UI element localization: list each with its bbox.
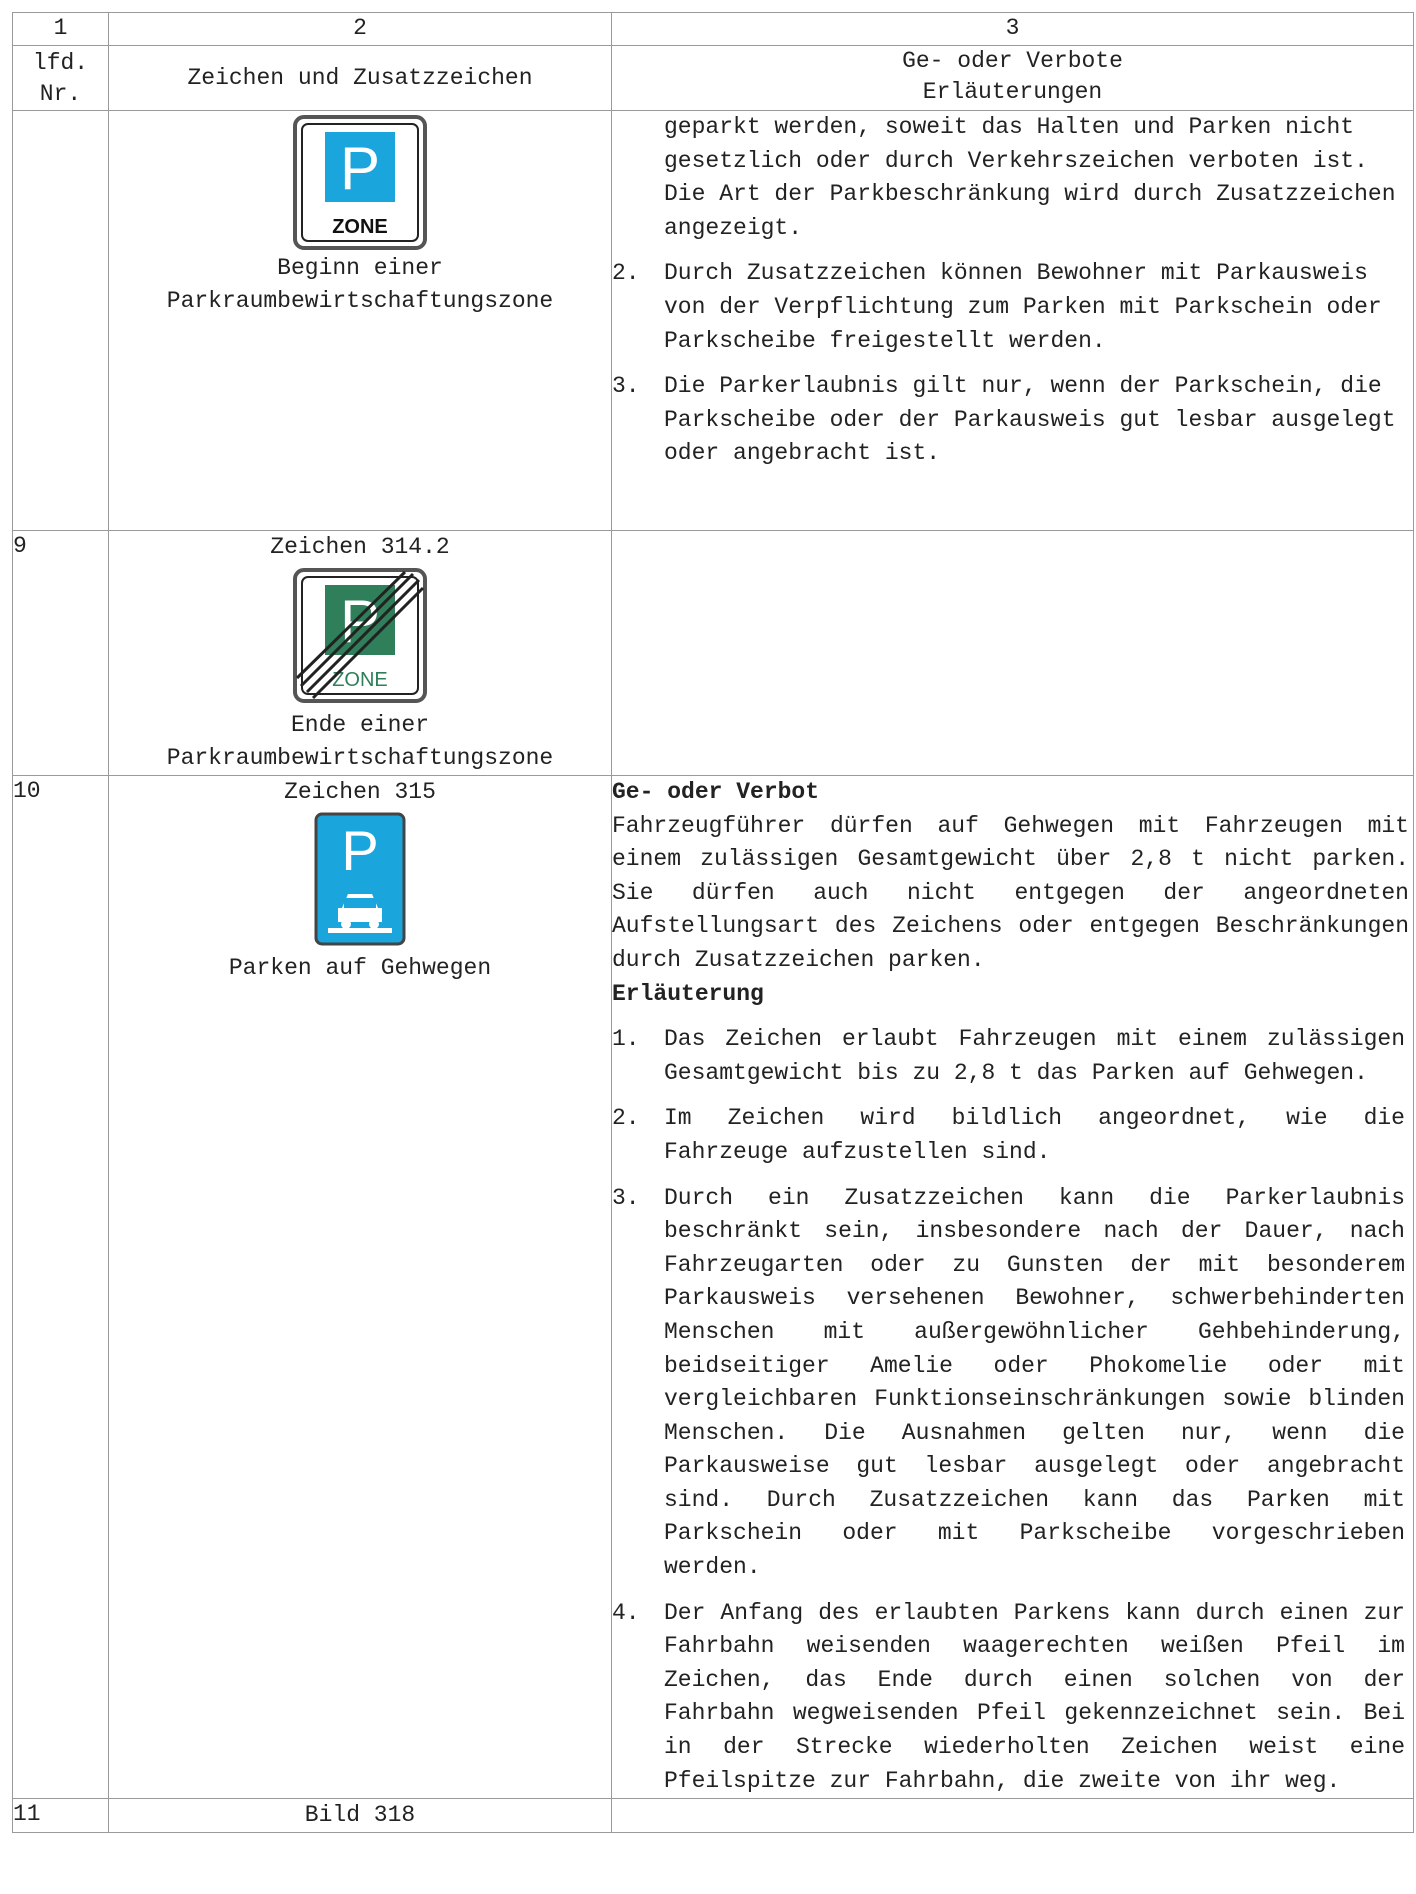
row-number: 9 (12, 530, 109, 776)
sign-cell: Zeichen 314.2 P ZONE Ende einer Parkraum… (108, 530, 612, 776)
column-title-row: lfd. Nr. Zeichen und Zusatzzeichen Ge- o… (12, 45, 1414, 111)
item-text: Das Zeichen erlaubt Fahrzeugen mit einem… (664, 1026, 1405, 1086)
sign-label: Bild 318 (304, 1802, 416, 1829)
sign-image-wrap: P (109, 812, 611, 946)
sign-cell: P ZONE Beginn einer Parkraumbewirtschaft… (108, 110, 612, 531)
sign-label: Zeichen 315 (284, 779, 436, 805)
list-item: 2. Im Zeichen wird bildlich angeordnet, w… (612, 1102, 1413, 1169)
sign-label: Zeichen 314.2 (270, 534, 450, 560)
row-number: 10 (12, 774, 109, 1800)
item-number: 3. (612, 373, 640, 400)
list-item: 3. Durch ein Zusatzzeichen kann die Parke… (612, 1182, 1413, 1585)
sidewalk-parking-sign-icon: P (314, 812, 406, 946)
column-title-signs: Zeichen und Zusatzzeichen (108, 45, 612, 111)
item-number: 4. (612, 1599, 640, 1626)
list-item: 1. Das Zeichen erlaubt Fahrzeugen mit ein… (612, 1023, 1413, 1090)
sign-zone-text: ZONE (332, 216, 388, 238)
list-item: 3. Die Parkerlaubnis gilt nur, wenn der P… (612, 370, 1413, 471)
sign-caption: Ende einer Parkraumbewirtschaftungszone (109, 709, 611, 775)
rules-cell (611, 530, 1414, 776)
item-text: Die Parkerlaubnis gilt nur, wenn der Par… (664, 373, 1396, 467)
column-title-nr: lfd. Nr. (12, 45, 109, 111)
svg-text:P: P (340, 135, 380, 202)
rules-cell (611, 1798, 1414, 1834)
list-item: 4. Der Anfang des erlaubten Parkens kann … (612, 1597, 1413, 1799)
table-row: P ZONE Beginn einer Parkraumbewirtschaft… (12, 110, 1414, 531)
table-row: 10 Zeichen 315 P Parken auf Gehwegen Ge-… (12, 774, 1414, 1800)
rules-cell: Ge- oder Verbot Fahrzeugführer dürfen au… (611, 774, 1414, 1800)
item-number: 2. (612, 260, 640, 287)
sign-cell: Zeichen 315 P Parken auf Gehwegen (108, 774, 612, 1800)
regulation-table: 1 2 3 lfd. Nr. Zeichen und Zusatzzeichen… (12, 12, 1414, 1834)
svg-text:P: P (341, 819, 378, 882)
column-title-nr-text: lfd. Nr. (32, 50, 89, 107)
column-number-3: 3 (611, 12, 1414, 46)
row-number (12, 110, 109, 531)
column-number-row: 1 2 3 (12, 12, 1414, 46)
sign-image-wrap: P ZONE (109, 568, 611, 703)
sign-image-wrap: P ZONE (109, 115, 611, 250)
sign-caption: Beginn einer Parkraumbewirtschaftungszon… (109, 252, 611, 318)
item-text: Der Anfang des erlaubten Parkens kann du… (664, 1599, 1405, 1794)
item-text: Durch Zusatzzeichen können Bewohner mit … (664, 260, 1382, 354)
rules-cell: geparkt werden, soweit das Halten und Pa… (611, 110, 1414, 531)
explanation-heading: Erläuterung (612, 980, 764, 1007)
column-title-rules: Ge- oder Verbote Erläuterungen (611, 45, 1414, 111)
item-text: Im Zeichen wird bildlich angeordnet, wie… (664, 1105, 1405, 1165)
column-number-2: 2 (108, 12, 612, 46)
table-row: 9 Zeichen 314.2 P ZONE Ende einer Parkra… (12, 530, 1414, 776)
item-text: Durch ein Zusatzzeichen kann die Parkerl… (664, 1184, 1405, 1581)
svg-text:P: P (340, 588, 380, 655)
row-number: 11 (12, 1798, 109, 1834)
sign-caption: Parken auf Gehwegen (228, 955, 492, 981)
item-number: 2. (612, 1105, 640, 1132)
rule-text: Fahrzeugführer dürfen auf Gehwegen mit F… (612, 812, 1409, 973)
list-item: 2. Durch Zusatzzeichen können Bewohner mi… (612, 257, 1413, 358)
item-number: 3. (612, 1184, 640, 1211)
parking-zone-sign-icon: P ZONE (293, 115, 427, 250)
continuation-text: geparkt werden, soweit das Halten und Pa… (664, 114, 1396, 241)
column-title-rules-line2: Erläuterungen (922, 79, 1103, 105)
sign-cell: Bild 318 (108, 1798, 612, 1834)
sign-caption-text: Ende einer Parkraumbewirtschaftungszone (166, 712, 554, 771)
column-number-1: 1 (12, 12, 109, 46)
rule-heading: Ge- oder Verbot (612, 779, 820, 805)
sign-caption-text: Beginn einer Parkraumbewirtschaftungszon… (166, 255, 554, 314)
end-parking-zone-sign-icon: P ZONE (293, 568, 427, 703)
table-row: 11 Bild 318 (12, 1798, 1414, 1834)
explanation-list: 1. Das Zeichen erlaubt Fahrzeugen mit ein… (612, 1023, 1413, 1798)
column-title-rules-line1: Ge- oder Verbote (902, 48, 1123, 74)
item-number: 1. (612, 1026, 640, 1053)
explanation-list: 2. Durch Zusatzzeichen können Bewohner mi… (612, 257, 1413, 471)
